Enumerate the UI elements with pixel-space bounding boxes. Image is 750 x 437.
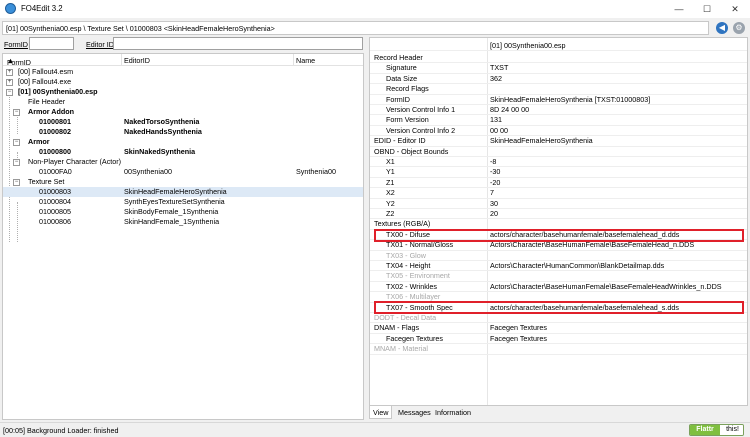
tree-row-selected[interactable]: 01000803 SkinHeadFemaleHeroSynthenia: [3, 187, 363, 197]
tree-row[interactable]: − Armor Addon: [3, 107, 363, 117]
record-row[interactable]: Z2 20: [370, 209, 747, 220]
highlight-box-tx00: [374, 228, 744, 242]
column-name[interactable]: Name: [296, 56, 315, 65]
tree-row[interactable]: + [00] Fallout4.esm: [3, 67, 363, 77]
record-file-header: [01] 00Synthenia00.esp: [370, 41, 747, 52]
collapse-toggle-icon[interactable]: −: [13, 138, 20, 146]
column-formid[interactable]: FormID ▲: [7, 56, 31, 67]
tab-view[interactable]: View: [369, 406, 393, 419]
tree-row[interactable]: + [00] Fallout4.exe: [3, 77, 363, 87]
filter-bar: FormID Editor ID: [0, 37, 365, 52]
tree-row[interactable]: File Header: [3, 97, 363, 107]
column-editorid[interactable]: EditorID: [124, 56, 150, 65]
record-row[interactable]: Record Header: [370, 53, 747, 64]
tree-row[interactable]: − Armor: [3, 137, 363, 147]
record-row[interactable]: TX03 - Glow: [370, 251, 747, 261]
tree-row[interactable]: − [01] 00Synthenia00.esp: [3, 87, 363, 97]
window-title: FO4Edit 3.2: [21, 4, 63, 13]
title-bar: FO4Edit 3.2 — ☐ ✕: [0, 0, 750, 18]
record-row[interactable]: X1 -8: [370, 157, 747, 168]
record-row[interactable]: Version Control Info 1 8D 24 00 00: [370, 105, 747, 116]
record-path: [01] 00Synthenia00.esp \ Texture Set \ 0…: [2, 21, 709, 35]
view-tabs: View Messages Information: [369, 406, 748, 420]
record-row[interactable]: Y2 30: [370, 199, 747, 209]
app-icon: [5, 3, 16, 14]
tab-messages[interactable]: Messages: [395, 406, 434, 419]
record-row[interactable]: EDID - Editor ID SkinHeadFemaleHeroSynthe…: [370, 136, 747, 147]
settings-gear-icon[interactable]: ⚙: [733, 22, 745, 34]
expand-toggle-icon[interactable]: +: [6, 78, 13, 86]
tree-header: FormID ▲ EditorID Name: [3, 54, 363, 67]
record-row[interactable]: FormID SkinHeadFemaleHeroSynthenia [TXST:…: [370, 95, 747, 105]
tree-row[interactable]: 01000805 SkinBodyFemale_1Synthenia: [3, 207, 363, 217]
record-row[interactable]: X2 7: [370, 188, 747, 199]
highlight-box-tx07: [374, 301, 744, 315]
maximize-button[interactable]: ☐: [693, 0, 721, 18]
back-arrow-icon[interactable]: ◀: [716, 22, 728, 34]
tree-row[interactable]: − Non-Player Character (Actor): [3, 157, 363, 167]
collapse-toggle-icon[interactable]: −: [13, 108, 20, 116]
formid-filter-label: FormID: [4, 40, 28, 49]
record-row[interactable]: Record Flags: [370, 84, 747, 95]
path-bar: [01] 00Synthenia00.esp \ Texture Set \ 0…: [0, 20, 750, 36]
minimize-button[interactable]: —: [665, 0, 693, 18]
record-row[interactable]: Version Control Info 2 00 00: [370, 126, 747, 137]
collapse-toggle-icon[interactable]: −: [13, 158, 20, 166]
editorid-filter-input[interactable]: [113, 37, 363, 50]
close-button[interactable]: ✕: [721, 0, 749, 18]
flattr-this-label: this!: [720, 425, 743, 435]
record-row[interactable]: DNAM - Flags Facegen Textures: [370, 323, 747, 334]
record-view[interactable]: [01] 00Synthenia00.esp Record Header Sig…: [369, 37, 748, 406]
record-row[interactable]: TX02 - Wrinkles Actors\Character\BaseHuma…: [370, 282, 747, 293]
tree-row[interactable]: 01000800 SkinNakedSynthenia: [3, 147, 363, 157]
flattr-button[interactable]: Flattr this!: [689, 424, 744, 436]
collapse-toggle-icon[interactable]: −: [6, 88, 13, 96]
tab-information[interactable]: Information: [432, 406, 474, 419]
record-row[interactable]: TX04 - Height Actors\Character\HumanCommo…: [370, 261, 747, 272]
record-row[interactable]: TX01 - Normal/Gloss Actors\Character\Base…: [370, 240, 747, 251]
record-row[interactable]: MNAM - Material: [370, 344, 747, 355]
record-row[interactable]: DODT - Decal Data: [370, 313, 747, 324]
tree-row[interactable]: 01000802 NakedHandsSynthenia: [3, 127, 363, 137]
tree-row[interactable]: 01000801 NakedTorsoSynthenia: [3, 117, 363, 127]
tree-row[interactable]: 01000806 SkinHandFemale_1Synthenia: [3, 217, 363, 227]
tree-row[interactable]: 01000804 SynthEyesTextureSetSynthenia: [3, 197, 363, 207]
collapse-toggle-icon[interactable]: −: [13, 178, 20, 186]
record-row[interactable]: OBND - Object Bounds: [370, 147, 747, 157]
record-row[interactable]: Z1 -20: [370, 178, 747, 189]
record-tree[interactable]: FormID ▲ EditorID Name + [00] Fallout4.e…: [2, 53, 364, 420]
flattr-label: Flattr: [690, 425, 720, 435]
status-bar: [00:05] Background Loader: finished Flat…: [0, 422, 750, 437]
expand-toggle-icon[interactable]: +: [6, 68, 13, 76]
record-row[interactable]: TX05 - Environment: [370, 271, 747, 282]
formid-filter-input[interactable]: [29, 37, 74, 50]
tree-row[interactable]: 01000FA0 00Synthenia00 Synthenia00: [3, 167, 363, 177]
record-row[interactable]: Data Size 362: [370, 74, 747, 85]
record-row[interactable]: Signature TXST: [370, 63, 747, 74]
editorid-filter-label: Editor ID: [86, 40, 114, 49]
tree-row[interactable]: − Texture Set: [3, 177, 363, 187]
record-row[interactable]: Y1 -30: [370, 167, 747, 178]
record-row[interactable]: Facegen Textures Facegen Textures: [370, 334, 747, 345]
record-row[interactable]: Form Version 131: [370, 115, 747, 126]
status-text: [00:05] Background Loader: finished: [3, 426, 119, 435]
